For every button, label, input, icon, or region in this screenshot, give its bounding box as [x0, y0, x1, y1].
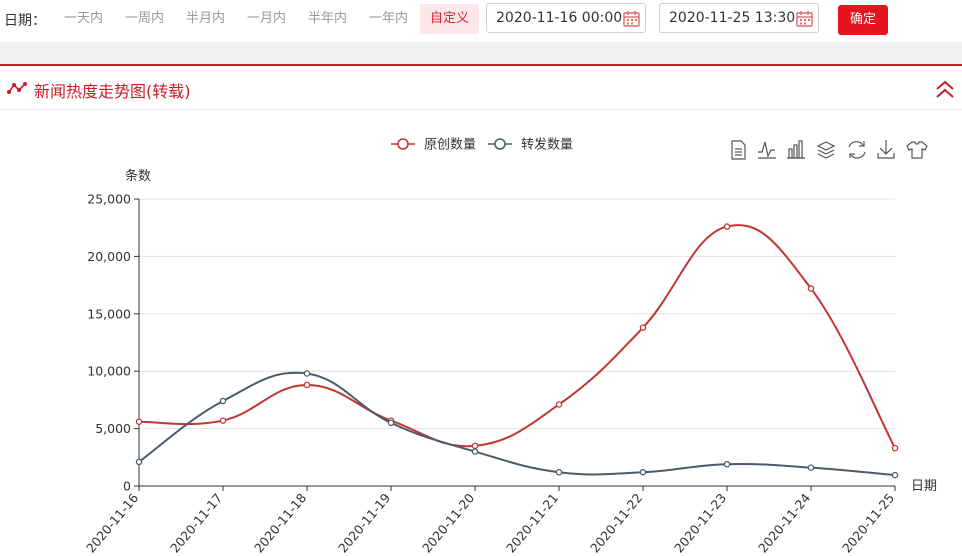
x-tick-label: 2020-11-24: [755, 490, 813, 555]
data-point[interactable]: [471, 448, 479, 455]
y-axis-title: 条数: [125, 168, 151, 184]
y-tick-label: 5,000: [95, 421, 131, 436]
collapse-chevron-icon[interactable]: [934, 78, 956, 102]
y-tick-label: 10,000: [87, 364, 131, 379]
restore-icon[interactable]: [848, 141, 866, 159]
date-label: 日期：: [4, 13, 46, 29]
calendar-icon[interactable]: [796, 10, 813, 27]
download-icon[interactable]: [877, 140, 895, 159]
data-point[interactable]: [639, 468, 647, 476]
x-tick-label: 2020-11-25: [839, 490, 897, 555]
x-tick-label: 2020-11-21: [503, 490, 561, 555]
panel-title: 新闻热度走势图(转载): [34, 82, 191, 101]
x-axis-title: 日期: [911, 479, 937, 494]
legend-label-repost: 转发数量: [521, 137, 573, 153]
data-point[interactable]: [891, 444, 899, 452]
start-date-input[interactable]: 2020-11-16 00:00: [486, 3, 646, 33]
stack-icon[interactable]: [816, 141, 836, 159]
data-point[interactable]: [219, 417, 227, 424]
x-tick-label: 2020-11-19: [335, 490, 393, 555]
range-one-week[interactable]: 一周内: [115, 4, 174, 34]
x-tick-label: 2020-11-16: [83, 490, 141, 555]
date-filter-bar: 日期： 一天内 一周内 半月内 一月内 半年内 一年内 自定义 2020-11-…: [0, 0, 962, 42]
trend-icon: [7, 82, 27, 94]
end-date-value: 2020-11-25 13:30: [669, 10, 796, 26]
y-tick-label: 20,000: [87, 249, 131, 264]
series-line-1: [138, 371, 896, 477]
confirm-button[interactable]: 确定: [838, 5, 888, 35]
range-half-month[interactable]: 半月内: [176, 4, 235, 34]
range-one-day[interactable]: 一天内: [54, 4, 113, 34]
x-tick-label: 2020-11-22: [587, 490, 645, 555]
x-tick-label: 2020-11-17: [167, 490, 225, 555]
data-point[interactable]: [135, 418, 143, 425]
start-date-value: 2020-11-16 00:00: [496, 10, 623, 26]
data-point[interactable]: [891, 471, 899, 479]
data-point[interactable]: [807, 285, 815, 292]
data-point[interactable]: [135, 458, 143, 466]
data-point[interactable]: [387, 419, 395, 427]
legend: 原创数量 转发数量: [391, 137, 573, 153]
series-line-0: [138, 224, 896, 449]
end-date-input[interactable]: 2020-11-25 13:30: [659, 3, 819, 33]
data-point[interactable]: [555, 468, 563, 476]
line-chart-icon[interactable]: [758, 141, 776, 159]
data-point[interactable]: [219, 397, 227, 405]
range-half-year[interactable]: 半年内: [298, 4, 357, 34]
chart-toolbox: [731, 140, 928, 160]
data-point[interactable]: [639, 324, 647, 331]
data-point[interactable]: [303, 381, 311, 389]
trend-chart: 条数 日期 05,00010,00015,00020,00025,0002020…: [83, 137, 937, 556]
legend-label-original: 原创数量: [424, 138, 476, 153]
data-point[interactable]: [723, 460, 731, 468]
x-tick-label: 2020-11-23: [671, 490, 729, 555]
y-tick-label: 25,000: [87, 192, 131, 207]
data-point[interactable]: [471, 442, 479, 450]
panel-header: 新闻热度走势图(转载): [0, 64, 962, 110]
data-point[interactable]: [723, 223, 731, 230]
range-custom[interactable]: 自定义: [420, 4, 480, 34]
y-tick-label: 15,000: [87, 306, 131, 321]
bar-chart-icon[interactable]: [787, 140, 805, 159]
legend-item-original[interactable]: 原创数量: [391, 138, 476, 153]
x-tick-label: 2020-11-18: [251, 490, 309, 555]
data-point[interactable]: [555, 401, 563, 408]
x-tick-label: 2020-11-20: [419, 490, 477, 555]
calendar-icon[interactable]: [623, 10, 640, 27]
theme-icon[interactable]: [906, 141, 928, 159]
legend-item-repost[interactable]: 转发数量: [488, 137, 573, 153]
data-point[interactable]: [303, 370, 311, 377]
range-one-year[interactable]: 一年内: [359, 4, 418, 34]
data-point[interactable]: [807, 464, 815, 471]
separator-strip: [0, 42, 962, 64]
range-one-month[interactable]: 一月内: [237, 4, 296, 34]
data-view-icon[interactable]: [731, 140, 746, 160]
